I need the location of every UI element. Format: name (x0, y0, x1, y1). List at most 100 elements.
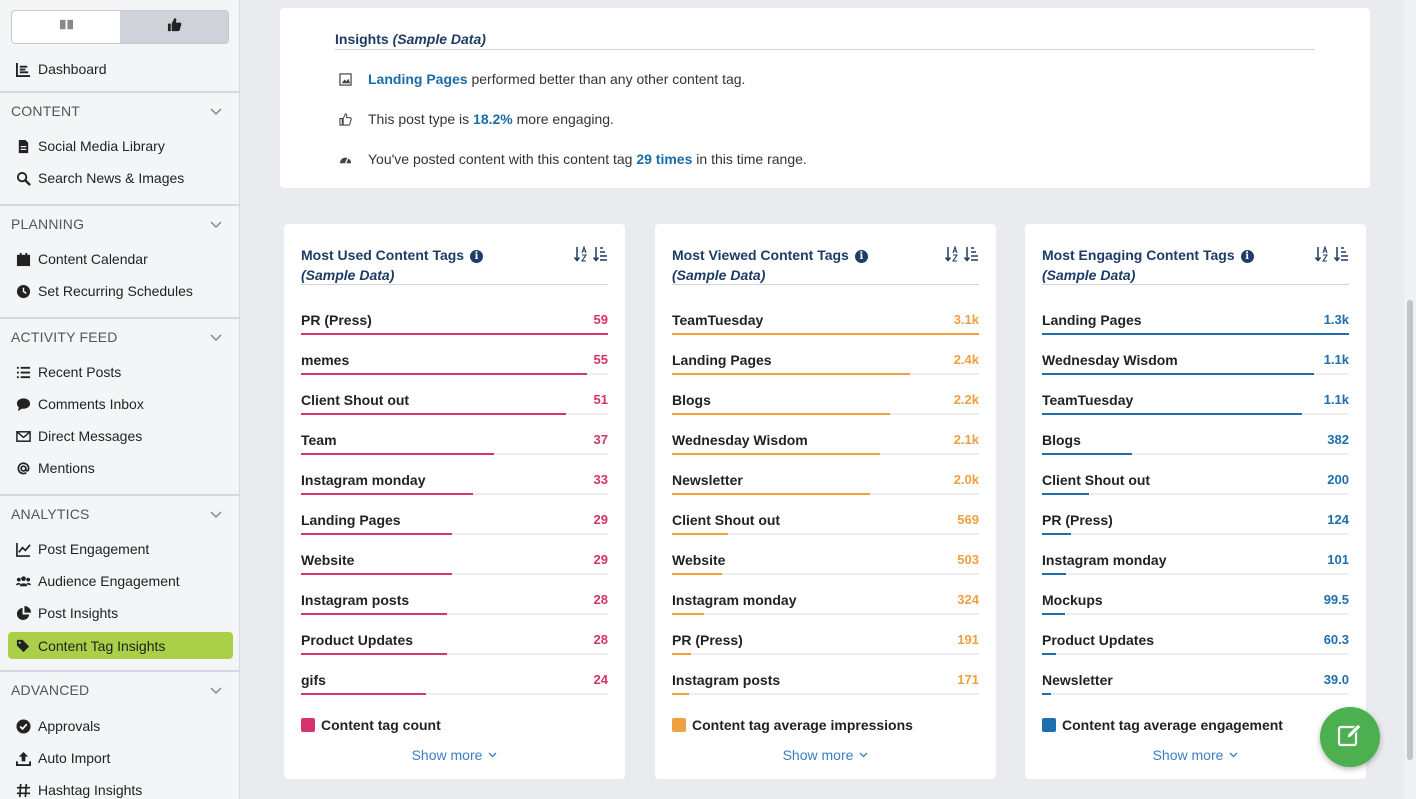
nav-search-news-images[interactable]: Search News & Images (15, 166, 184, 190)
book-view-toggle[interactable] (12, 11, 120, 43)
section-planning-header[interactable]: PLANNING (0, 204, 239, 242)
tag-row[interactable]: Blogs 382 (1042, 432, 1349, 472)
page-scrollbar[interactable] (1404, 0, 1416, 799)
section-activity-feed-header[interactable]: ACTIVITY FEED (0, 317, 239, 355)
nav-mentions[interactable]: Mentions (15, 456, 95, 480)
tag-bar (301, 413, 567, 415)
tag-bar-track (672, 413, 979, 415)
nav-recent-posts[interactable]: Recent Posts (15, 360, 121, 384)
insights-title: Insights (Sample Data) (335, 31, 1315, 50)
tag-row[interactable]: TeamTuesday 1.1k (1042, 392, 1349, 432)
nav-content-calendar[interactable]: Content Calendar (15, 247, 148, 271)
section-analytics-header[interactable]: ANALYTICS (0, 494, 239, 532)
nav-approvals[interactable]: Approvals (15, 714, 100, 738)
nav-post-insights[interactable]: Post Insights (15, 601, 118, 625)
tag-row[interactable]: Instagram monday 33 (301, 472, 608, 512)
compose-button[interactable] (1320, 707, 1380, 767)
card-legend: Content tag count (301, 717, 441, 733)
nav-audience-engagement[interactable]: Audience Engagement (15, 569, 180, 593)
tag-value: 382 (1327, 432, 1349, 447)
tag-label: Mockups (1042, 592, 1103, 608)
tag-bar (1042, 533, 1072, 535)
tag-value: 1.1k (1323, 392, 1349, 407)
thumbs-view-toggle[interactable] (120, 11, 228, 43)
tag-row[interactable]: gifs 24 (301, 672, 608, 712)
tag-row[interactable]: Client Shout out 51 (301, 392, 608, 432)
show-more-link[interactable]: Show more (284, 747, 625, 763)
sort-amount-icon[interactable] (1333, 246, 1349, 267)
tag-row[interactable]: Website 29 (301, 552, 608, 592)
tag-row[interactable]: Newsletter 2.0k (672, 472, 979, 512)
tag-label: Newsletter (672, 472, 743, 488)
info-icon[interactable]: i (1240, 250, 1254, 263)
insights-title-sub: (Sample Data) (392, 31, 486, 47)
tag-row[interactable]: Instagram monday 101 (1042, 552, 1349, 592)
tag-value: 51 (593, 392, 608, 407)
section-advanced-header[interactable]: ADVANCED (0, 670, 239, 708)
tag-row[interactable]: Client Shout out 569 (672, 512, 979, 552)
tag-label: gifs (301, 672, 326, 688)
tag-bar-track (1042, 693, 1349, 695)
tag-row[interactable]: Landing Pages 1.3k (1042, 312, 1349, 352)
tag-row[interactable]: Landing Pages 2.4k (672, 352, 979, 392)
tag-bar (301, 653, 447, 655)
tag-row[interactable]: Blogs 2.2k (672, 392, 979, 432)
tag-value: 24 (593, 672, 608, 687)
check-circle-icon (15, 718, 31, 734)
tag-label: Landing Pages (1042, 312, 1142, 328)
card-subtitle: (Sample Data) (672, 267, 766, 283)
tag-row[interactable]: PR (Press) 191 (672, 632, 979, 672)
chevron-down-icon (210, 216, 222, 232)
tag-value: 29 (593, 512, 608, 527)
nav-comments-inbox[interactable]: Comments Inbox (15, 392, 144, 416)
sort-alpha-icon[interactable] (944, 245, 960, 267)
show-more-link[interactable]: Show more (655, 747, 996, 763)
nav-hashtag-insights[interactable]: Hashtag Insights (15, 778, 142, 799)
sidebar: Dashboard CONTENT Social Media Library S… (0, 0, 240, 799)
tag-row[interactable]: TeamTuesday 3.1k (672, 312, 979, 352)
nav-post-engagement[interactable]: Post Engagement (15, 537, 149, 561)
tag-row[interactable]: Instagram posts 28 (301, 592, 608, 632)
nav-auto-import[interactable]: Auto Import (15, 746, 110, 770)
nav-dashboard[interactable]: Dashboard (15, 57, 107, 81)
tag-bar (1042, 333, 1349, 335)
sort-alpha-icon[interactable] (1314, 245, 1330, 267)
tag-bar-track (672, 533, 979, 535)
most-engaging-tags-card: Most Engaging Content Tags i (Sample Data… (1025, 224, 1366, 779)
tag-row[interactable]: Wednesday Wisdom 2.1k (672, 432, 979, 472)
nav-direct-messages[interactable]: Direct Messages (15, 424, 142, 448)
sort-amount-icon[interactable] (963, 246, 979, 267)
show-more-link[interactable]: Show more (1025, 747, 1366, 763)
tag-row[interactable]: Instagram monday 324 (672, 592, 979, 632)
nav-set-recurring-schedules[interactable]: Set Recurring Schedules (15, 279, 193, 303)
info-icon[interactable]: i (470, 250, 484, 263)
scrollbar-thumb[interactable] (1407, 300, 1413, 760)
info-icon[interactable]: i (854, 250, 868, 263)
tag-row[interactable]: Newsletter 39.0 (1042, 672, 1349, 712)
tag-value: 33 (593, 472, 608, 487)
nav-content-tag-insights[interactable]: Content Tag Insights (8, 632, 233, 659)
tag-bar (1042, 653, 1057, 655)
tag-row[interactable]: memes 55 (301, 352, 608, 392)
tag-row[interactable]: PR (Press) 124 (1042, 512, 1349, 552)
section-content-header[interactable]: CONTENT (0, 91, 239, 129)
tag-row[interactable]: Instagram posts 171 (672, 672, 979, 712)
comment-icon (15, 396, 31, 412)
tag-row[interactable]: Mockups 99.5 (1042, 592, 1349, 632)
tag-row[interactable]: Product Updates 60.3 (1042, 632, 1349, 672)
sort-amount-icon[interactable] (592, 246, 608, 267)
chevron-down-icon (210, 682, 222, 698)
tag-row[interactable]: Wednesday Wisdom 1.1k (1042, 352, 1349, 392)
tag-row[interactable]: Product Updates 28 (301, 632, 608, 672)
tag-row[interactable]: Landing Pages 29 (301, 512, 608, 552)
tag-row[interactable]: Client Shout out 200 (1042, 472, 1349, 512)
tag-label: Website (672, 552, 726, 568)
legend-label: Content tag average engagement (1062, 717, 1283, 733)
tag-row[interactable]: Team 37 (301, 432, 608, 472)
section-planning-title: PLANNING (11, 216, 85, 232)
nav-social-media-library[interactable]: Social Media Library (15, 134, 165, 158)
sort-alpha-icon[interactable] (573, 245, 589, 267)
tag-value: 101 (1327, 552, 1349, 567)
tag-row[interactable]: Website 503 (672, 552, 979, 592)
tag-row[interactable]: PR (Press) 59 (301, 312, 608, 352)
